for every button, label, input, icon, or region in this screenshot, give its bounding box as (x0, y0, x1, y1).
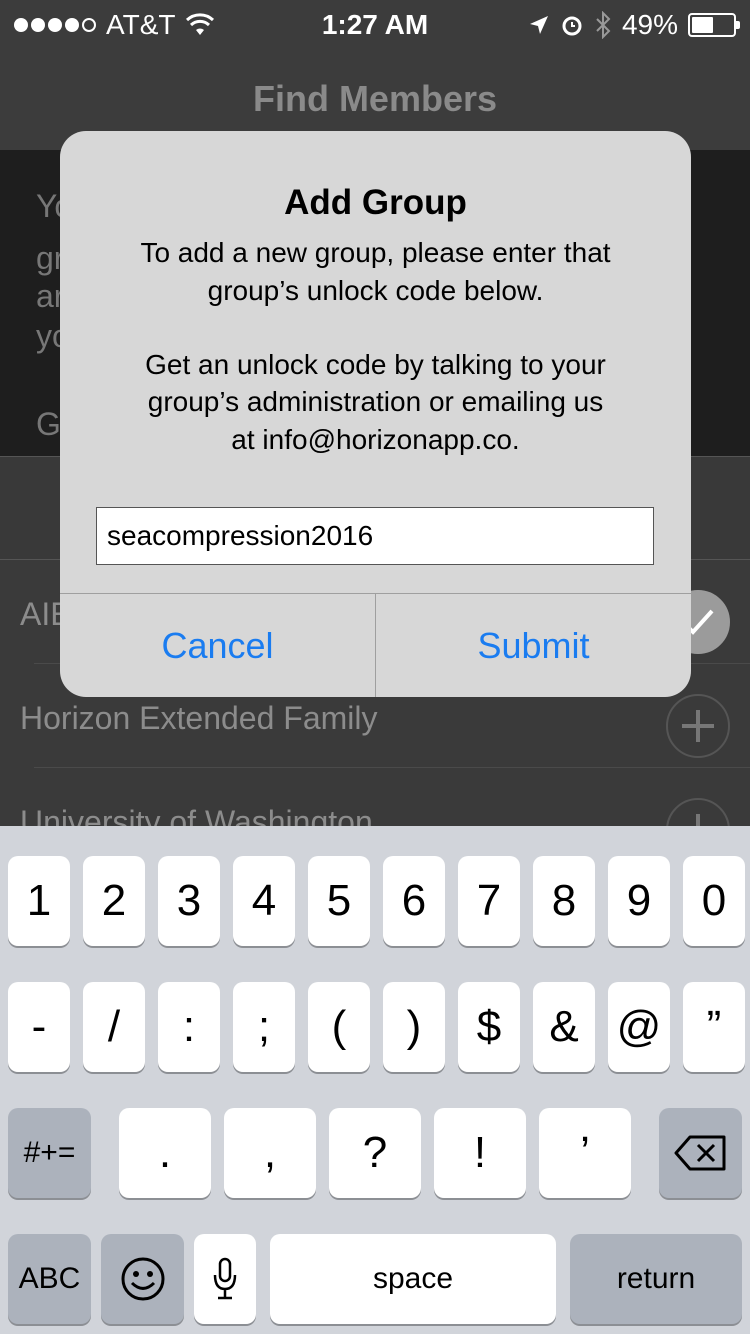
symbols-toggle-key[interactable]: #+= (8, 1108, 91, 1198)
key[interactable]: / (83, 982, 145, 1072)
key[interactable]: 9 (608, 856, 670, 946)
alert-message-line: group’s administration or emailing us (147, 386, 604, 417)
key[interactable]: ; (233, 982, 295, 1072)
alert-title: Add Group (284, 183, 467, 222)
delete-icon (674, 1135, 725, 1171)
key[interactable]: : (158, 982, 220, 1072)
keyboard: #+= ABC space return 1 2 3 4 5 6 7 8 9 0 - /:;() $ & @… (0, 826, 750, 1334)
key[interactable]: . (119, 1108, 211, 1198)
battery-percent: 49% (621, 9, 678, 40)
key[interactable]: ! (434, 1108, 526, 1198)
group-name: University of Washington (20, 804, 373, 826)
key[interactable]: 1 (8, 856, 70, 946)
page-title: Find Members (252, 78, 498, 119)
key[interactable]: - (8, 982, 70, 1072)
key[interactable]: $ (458, 982, 520, 1072)
alert-message-line: Get an unlock code by talking to your (145, 349, 606, 380)
return-key[interactable]: return (570, 1234, 742, 1324)
group-row[interactable]: University of Washington (0, 768, 750, 826)
key[interactable]: ” (683, 982, 745, 1072)
alert-message-line: To add a new group, please enter that (140, 237, 611, 268)
key[interactable]: ? (329, 1108, 421, 1198)
key[interactable]: @ (608, 982, 670, 1072)
key[interactable]: ( (308, 982, 370, 1072)
key[interactable]: 2 (83, 856, 145, 946)
info-text-fragment: G (36, 406, 61, 442)
add-group-plus-icon[interactable] (666, 798, 730, 826)
group-name: Horizon Extended Family (20, 700, 378, 736)
submit-button[interactable]: Submit (376, 594, 691, 697)
key[interactable]: ’ (539, 1108, 631, 1198)
key[interactable]: 6 (383, 856, 445, 946)
key[interactable]: & (533, 982, 595, 1072)
abc-key[interactable]: ABC (8, 1234, 91, 1324)
microphone-icon (213, 1257, 237, 1300)
key[interactable]: 0 (683, 856, 745, 946)
key[interactable]: 4 (233, 856, 295, 946)
unlock-code-input[interactable] (96, 507, 654, 565)
backspace-key[interactable] (659, 1108, 742, 1198)
key[interactable]: , (224, 1108, 316, 1198)
key[interactable]: 3 (158, 856, 220, 946)
alert-message-line: group’s unlock code below. (207, 275, 544, 306)
battery-icon (688, 13, 740, 37)
key[interactable]: 8 (533, 856, 595, 946)
emoji-icon (121, 1257, 164, 1301)
status-bar: AT&T 1:27 AM 49% (0, 0, 750, 52)
alert-message-line: at info@horizonapp.co. (231, 424, 520, 455)
add-group-alert: Add Group To add a new group, please ent… (60, 131, 691, 697)
alarm-icon (562, 16, 582, 36)
space-key[interactable]: space (270, 1234, 556, 1324)
key[interactable]: ) (383, 982, 445, 1072)
location-arrow-icon (529, 16, 548, 34)
bluetooth-icon (596, 11, 611, 39)
emoji-key[interactable] (101, 1234, 184, 1324)
cancel-button[interactable]: Cancel (60, 594, 375, 697)
key[interactable]: 7 (458, 856, 520, 946)
add-group-plus-icon[interactable] (666, 694, 730, 758)
key[interactable]: 5 (308, 856, 370, 946)
dictation-key[interactable] (194, 1234, 256, 1324)
